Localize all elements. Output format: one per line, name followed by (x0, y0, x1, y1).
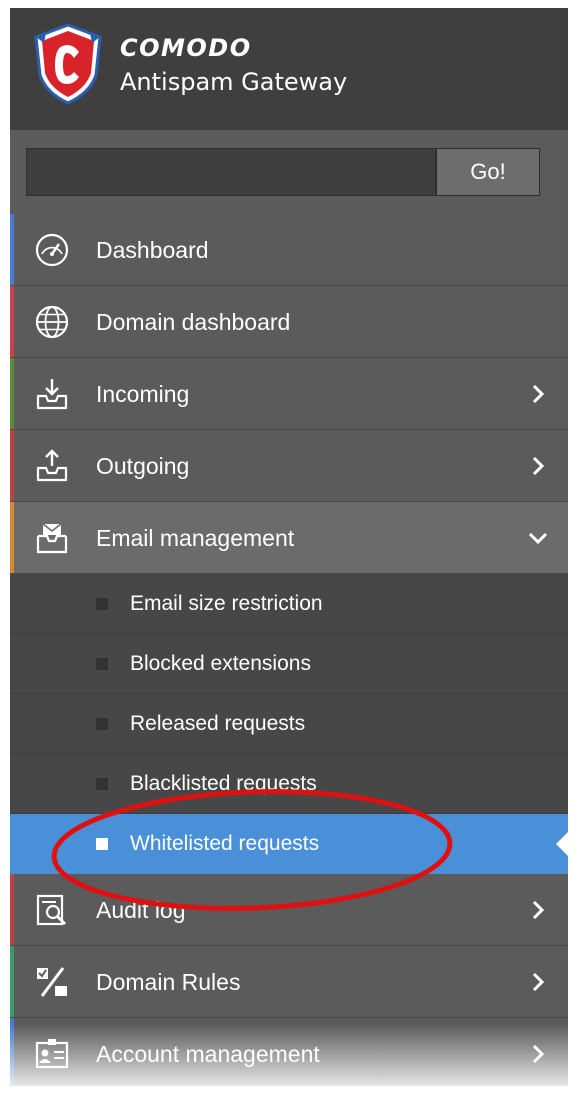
sidebar-item-label: Incoming (96, 381, 190, 407)
submenu-item-label: Blacklisted requests (130, 772, 317, 795)
submenu-item-blocked-extensions[interactable]: Blocked extensions (10, 634, 568, 694)
submenu-item-released-requests[interactable]: Released requests (10, 694, 568, 754)
submenu-item-email-size-restriction[interactable]: Email size restriction (10, 574, 568, 634)
sidebar-item-account-management[interactable]: Account management (10, 1018, 568, 1086)
search-input[interactable] (26, 148, 436, 196)
inbox-upload-icon (36, 449, 68, 482)
submenu-item-label: Whitelisted requests (130, 832, 320, 855)
sidebar-item-label: Dashboard (96, 237, 209, 263)
sidebar-item-stripe (10, 358, 14, 429)
sidebar-item-label: Outgoing (96, 453, 190, 479)
sidebar-item-label: Audit log (96, 897, 186, 923)
bullet-icon (96, 838, 108, 850)
sidebar: COMODO Antispam Gateway Go! Dashboard Do… (10, 8, 568, 1086)
sidebar-item-label: Email management (96, 525, 295, 551)
sidebar-item-stripe (10, 430, 14, 501)
bullet-icon (96, 778, 108, 790)
chevron-right-icon (532, 384, 545, 404)
sidebar-item-label: Account management (96, 1041, 320, 1067)
go-button[interactable]: Go! (436, 148, 540, 196)
sidebar-item-stripe (10, 286, 14, 357)
domain-rules-icon (37, 967, 67, 997)
submenu-item-label: Released requests (130, 712, 306, 735)
bullet-icon (96, 718, 108, 730)
brand-product: Antispam Gateway (120, 68, 348, 96)
sidebar-item-stripe (10, 946, 14, 1017)
sidebar-item-stripe (10, 874, 14, 945)
globe-icon (35, 305, 69, 339)
sidebar-item-domain-dashboard[interactable]: Domain dashboard (10, 286, 568, 358)
chevron-right-icon (532, 1044, 545, 1064)
sidebar-item-stripe (10, 214, 14, 285)
submenu-item-whitelisted-requests[interactable]: Whitelisted requests (10, 814, 568, 874)
sidebar-item-stripe (10, 1018, 14, 1086)
bullet-icon (96, 658, 108, 670)
chevron-right-icon (532, 972, 545, 992)
comodo-shield-logo-icon (34, 23, 102, 105)
sidebar-item-domain-rules[interactable]: Domain Rules (10, 946, 568, 1018)
sidebar-item-dashboard[interactable]: Dashboard (10, 214, 568, 286)
sidebar-item-label: Domain Rules (96, 969, 241, 995)
sidebar-item-incoming[interactable]: Incoming (10, 358, 568, 430)
account-card-icon (35, 1039, 69, 1069)
submenu-item-label: Email size restriction (130, 592, 323, 615)
bullet-icon (96, 598, 108, 610)
chevron-right-icon (532, 900, 545, 920)
inbox-download-icon (36, 379, 68, 410)
chevron-right-icon (532, 456, 545, 476)
submenu-item-label: Blocked extensions (130, 652, 311, 675)
chevron-down-icon (528, 532, 548, 545)
speedometer-icon (35, 233, 69, 267)
brand-header: COMODO Antispam Gateway (10, 8, 568, 130)
audit-search-icon (36, 894, 67, 926)
email-tray-icon (36, 523, 68, 554)
brand-name: COMODO (120, 34, 252, 62)
sidebar-item-label: Domain dashboard (96, 309, 291, 335)
search-bar: Go! (10, 130, 568, 215)
submenu-item-blacklisted-requests[interactable]: Blacklisted requests (10, 754, 568, 814)
sidebar-item-audit-log[interactable]: Audit log (10, 874, 568, 946)
sidebar-item-email-management[interactable]: Email management (10, 502, 568, 574)
sidebar-item-stripe (10, 502, 14, 573)
sidebar-item-outgoing[interactable]: Outgoing (10, 430, 568, 502)
active-item-pointer (556, 832, 568, 856)
